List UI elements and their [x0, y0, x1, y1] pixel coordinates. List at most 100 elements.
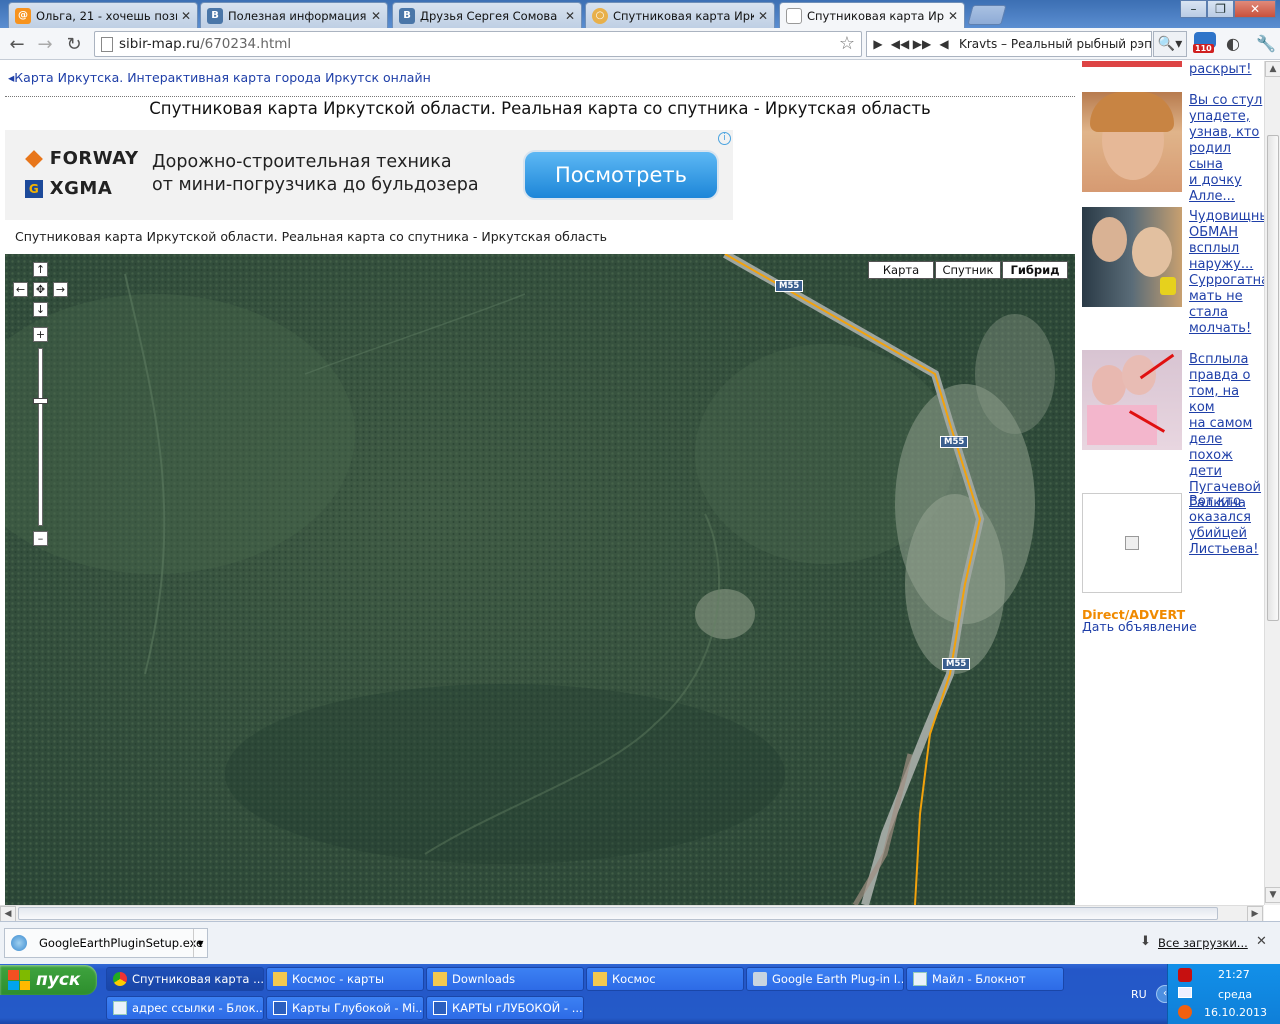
tab-odnoklassniki[interactable]: @ Ольга, 21 - хочешь позн ✕ — [8, 2, 198, 28]
close-window-button[interactable]: ✕ — [1234, 0, 1276, 18]
sidebar-ad-link[interactable]: Вот кто оказался убийцей Листьева! — [1189, 494, 1264, 558]
start-button[interactable]: пуск — [0, 965, 97, 995]
installer-icon — [753, 972, 767, 986]
horizontal-scroll-thumb[interactable] — [18, 907, 1218, 920]
back-link-text[interactable]: Карта Иркутска. Интерактивная карта горо… — [14, 70, 430, 85]
taskbar-item-notepad[interactable]: Майл - Блокнот — [906, 967, 1064, 991]
satellite-imagery — [5, 254, 1075, 905]
ad-thumbnail[interactable] — [1082, 61, 1182, 67]
language-indicator[interactable]: RU — [1131, 988, 1147, 1001]
scroll-down-icon[interactable]: ▼ — [1265, 887, 1280, 903]
taskbar-item-installer[interactable]: Google Earth Plug-in I... — [746, 967, 904, 991]
music-player-extension[interactable]: ▶ ◀◀ ▶▶ ◀ Kravts – Реальный рыбный рэп — [866, 31, 1152, 57]
close-icon[interactable]: ✕ — [948, 9, 958, 23]
pan-down-icon[interactable]: ↓ — [33, 302, 48, 317]
antivirus-icon[interactable] — [1178, 968, 1192, 982]
zoom-slider-handle[interactable] — [33, 398, 48, 404]
map-favicon-icon: ○ — [592, 7, 608, 24]
reload-icon[interactable]: ↻ — [63, 33, 85, 55]
sidebar-ad-link[interactable]: раскрыт! — [1189, 62, 1264, 78]
odnoklassniki-icon: @ — [15, 7, 31, 24]
taskbar-item-chrome[interactable]: Спутниковая карта ... — [106, 967, 264, 991]
taskbar-item-folder[interactable]: Downloads — [426, 967, 584, 991]
radio-extension-icon[interactable]: 110 — [1192, 31, 1218, 57]
scroll-up-icon[interactable]: ▲ — [1265, 61, 1280, 77]
all-downloads-link[interactable]: Все загрузки... — [1158, 936, 1248, 950]
taskbar-item-document[interactable]: КАРТЫ гЛУБОКОЙ - ... — [426, 996, 584, 1020]
taskbar-item-document[interactable]: Карты Глубокой - Mi... — [266, 996, 424, 1020]
advertise-link[interactable]: Дать объявление — [1082, 619, 1197, 634]
ad-thumbnail-babies[interactable] — [1082, 350, 1182, 450]
taskbar-item-folder[interactable]: Космос — [586, 967, 744, 991]
taskbar-item-label: КАРТЫ гЛУБОКОЙ - ... — [452, 1001, 583, 1015]
map-type-satellite-button[interactable]: Спутник — [935, 261, 1001, 279]
ad-info-icon[interactable]: i — [718, 132, 731, 145]
taskbar-item-folder[interactable]: Космос - карты — [266, 967, 424, 991]
back-arrow-icon[interactable]: ← — [6, 33, 28, 55]
wrench-menu-icon[interactable]: 🔧 — [1256, 34, 1276, 53]
scroll-right-icon[interactable]: ▶ — [1247, 906, 1263, 922]
tab-map-active[interactable]: Спутниковая карта Иркутс ✕ — [779, 2, 965, 29]
ad-thumbnail-face[interactable] — [1082, 92, 1182, 192]
taskbar-item-label: Майл - Блокнот — [932, 972, 1026, 986]
satellite-map[interactable]: M55 M55 M55 Карта Спутник Гибрид ↑ ← ✥ →… — [5, 254, 1075, 905]
mail-icon[interactable] — [1178, 987, 1192, 998]
horizontal-scrollbar[interactable]: ◀ ▶ — [0, 905, 1264, 922]
play-icon[interactable]: ▶ — [867, 37, 889, 51]
close-icon[interactable]: ✕ — [565, 9, 575, 23]
search-extension-icon[interactable]: 🔍▾ — [1153, 31, 1187, 57]
chrome-icon — [113, 972, 127, 986]
sidebar-ad-link[interactable]: Вы со стул упадете, узнав, кто родил сын… — [1189, 93, 1264, 205]
vertical-scroll-thumb[interactable] — [1267, 135, 1279, 621]
close-downloads-icon[interactable]: ✕ — [1256, 934, 1267, 949]
notepad-icon — [113, 1001, 127, 1015]
tab-friends[interactable]: B Друзья Сергея Сомова | 83 ✕ — [392, 2, 582, 28]
road-label-m55: M55 — [942, 658, 971, 670]
vertical-scrollbar[interactable]: ▲ ▼ — [1264, 61, 1280, 905]
sidebar-ad-link[interactable]: Чудовищны ОБМАН всплыл наружу... Суррога… — [1189, 209, 1264, 337]
tab-map-1[interactable]: ○ Спутниковая карта Иркутс ✕ — [585, 2, 775, 28]
close-icon[interactable]: ✕ — [181, 9, 191, 23]
ad-banner[interactable]: FORWAY G XGMA Дорожно-строительная техни… — [5, 130, 733, 220]
zoom-in-icon[interactable]: + — [33, 327, 48, 342]
extension-icon[interactable]: ◐ — [1226, 34, 1240, 53]
download-item[interactable]: GoogleEarthPluginSetup.exe ▼ — [4, 928, 208, 958]
clock-time[interactable]: 21:27 — [1218, 968, 1250, 981]
tab-useful-info[interactable]: B Полезная информация ✕ — [200, 2, 388, 28]
alert-icon[interactable] — [1178, 1005, 1192, 1019]
taskbar-item-label: Карты Глубокой - Mi... — [292, 1001, 424, 1015]
new-tab-button[interactable] — [967, 5, 1007, 25]
map-type-hybrid-button[interactable]: Гибрид — [1002, 261, 1068, 279]
vk-icon: B — [399, 7, 415, 24]
pan-up-icon[interactable]: ↑ — [33, 262, 48, 277]
next-icon[interactable]: ▶▶ — [911, 37, 933, 51]
close-icon[interactable]: ✕ — [371, 9, 381, 23]
ad-thumbnail-couple[interactable] — [1082, 207, 1182, 307]
ad-text-line-2: от мини-погрузчика до бульдозера — [152, 175, 479, 195]
windows-taskbar: пуск Спутниковая карта ... Космос - карт… — [0, 964, 1280, 1024]
address-bar[interactable]: sibir-map.ru/670234.html ☆ — [94, 31, 862, 57]
zoom-slider[interactable] — [33, 348, 48, 526]
maximize-button[interactable]: ❐ — [1207, 0, 1234, 18]
pan-right-icon[interactable]: → — [53, 282, 68, 297]
pan-center-icon[interactable]: ✥ — [33, 282, 48, 297]
pan-left-icon[interactable]: ← — [13, 282, 28, 297]
chevron-down-icon[interactable]: ▼ — [193, 929, 207, 957]
divider — [5, 96, 1075, 97]
volume-icon[interactable]: ◀ — [933, 37, 955, 51]
document-icon — [433, 1001, 447, 1015]
sidebar-ad-link[interactable]: Всплыла правда о том, на ком на самом де… — [1189, 352, 1264, 512]
ad-view-button[interactable]: Посмотреть — [523, 150, 719, 200]
bookmark-star-icon[interactable]: ☆ — [839, 33, 855, 54]
scroll-left-icon[interactable]: ◀ — [0, 906, 16, 922]
close-icon[interactable]: ✕ — [758, 9, 768, 23]
minimize-button[interactable]: – — [1180, 0, 1207, 18]
previous-icon[interactable]: ◀◀ — [889, 37, 911, 51]
taskbar-item-notepad[interactable]: адрес ссылки - Блок... — [106, 996, 264, 1020]
ad-thumbnail-broken-image[interactable] — [1082, 493, 1182, 593]
zoom-out-icon[interactable]: – — [33, 531, 48, 546]
forward-arrow-icon[interactable]: → — [34, 33, 56, 55]
tab-title: Друзья Сергея Сомова | 83 — [420, 8, 561, 23]
back-link[interactable]: ◂Карта Иркутска. Интерактивная карта гор… — [8, 70, 431, 85]
map-type-map-button[interactable]: Карта — [868, 261, 934, 279]
